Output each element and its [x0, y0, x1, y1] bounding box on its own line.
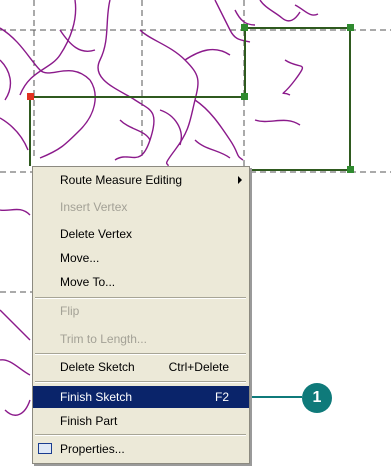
menu-item-route-measure-editing[interactable]: Route Measure Editing — [33, 169, 249, 191]
menu-item-label: Finish Part — [60, 414, 118, 428]
sketch-context-menu: Route Measure Editing Insert Vertex Dele… — [32, 166, 250, 464]
submenu-arrow-icon — [238, 176, 242, 184]
menu-item-delete-vertex[interactable]: Delete Vertex — [33, 223, 249, 245]
menu-item-move[interactable]: Move... — [33, 247, 249, 269]
menu-item-trim-to-length: Trim to Length... — [33, 328, 249, 350]
menu-item-finish-sketch[interactable]: Finish Sketch F2 — [33, 386, 249, 408]
menu-item-label: Trim to Length... — [60, 332, 147, 346]
menu-item-finish-part[interactable]: Finish Part — [33, 410, 249, 432]
menu-item-label: Insert Vertex — [60, 200, 128, 214]
menu-item-label: Route Measure Editing — [60, 173, 183, 187]
menu-item-label: Delete Vertex — [60, 227, 133, 241]
menu-item-shortcut: F2 — [214, 390, 229, 404]
menu-item-label: Flip — [60, 304, 80, 318]
menu-item-insert-vertex: Insert Vertex — [33, 196, 249, 218]
menu-item-shortcut: Ctrl+Delete — [168, 360, 229, 374]
menu-item-flip: Flip — [33, 300, 249, 322]
menu-separator — [35, 381, 246, 383]
menu-item-label: Properties... — [60, 442, 125, 456]
properties-icon — [38, 443, 52, 454]
menu-item-label: Delete Sketch — [60, 360, 135, 374]
menu-item-delete-sketch[interactable]: Delete Sketch Ctrl+Delete — [33, 356, 249, 378]
menu-separator — [35, 353, 246, 355]
first-vertex-marker[interactable] — [27, 93, 34, 100]
menu-separator — [35, 297, 246, 299]
menu-item-label: Move... — [60, 251, 100, 265]
step-callout: 1 — [302, 383, 332, 413]
menu-item-move-to[interactable]: Move To... — [33, 271, 249, 293]
menu-separator — [35, 434, 246, 436]
menu-item-properties[interactable]: Properties... — [33, 438, 249, 460]
sketch-vertices[interactable] — [241, 24, 354, 173]
menu-item-label: Finish Sketch — [60, 390, 133, 404]
menu-item-label: Move To... — [60, 275, 116, 289]
